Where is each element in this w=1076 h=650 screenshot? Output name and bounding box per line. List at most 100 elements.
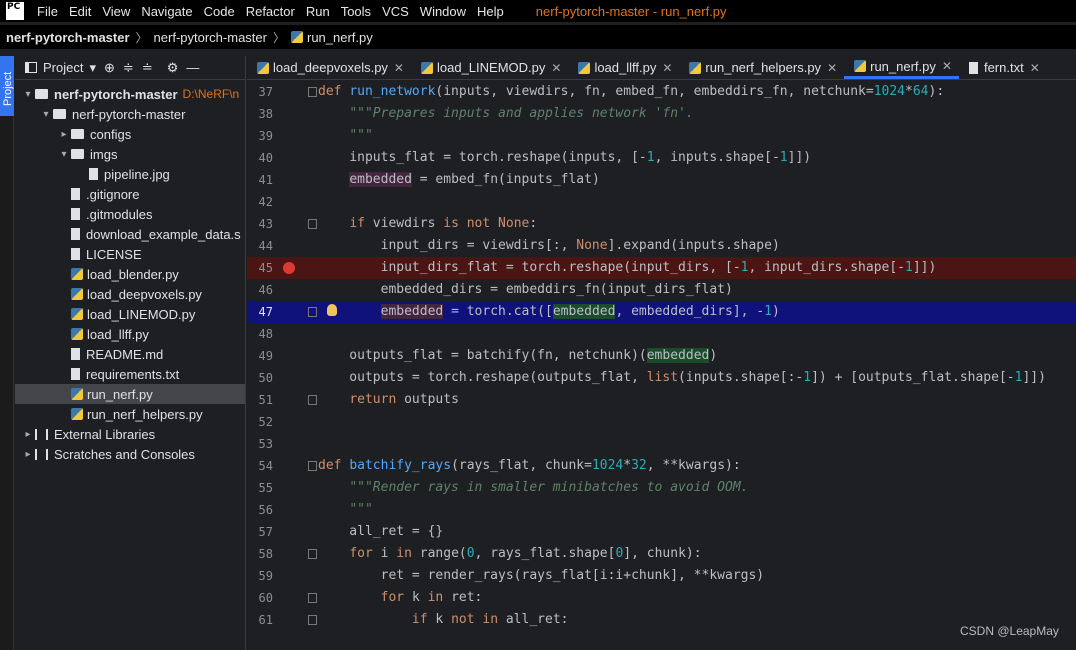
code-text[interactable]: """Render rays in smaller minibatches to…	[318, 477, 748, 499]
chevron-right-icon[interactable]: ▸	[57, 129, 71, 140]
fold-marker-icon[interactable]	[308, 219, 317, 229]
code-text[interactable]: return outputs	[318, 389, 459, 411]
breakpoint-icon[interactable]	[283, 262, 295, 274]
tree-item[interactable]: run_nerf_helpers.py	[15, 404, 245, 424]
chevron-right-icon[interactable]: ▸	[21, 449, 35, 460]
tab-run-nerf-py[interactable]: run_nerf.py ✕	[844, 56, 959, 79]
code-line[interactable]: 54 def batchify_rays(rays_flat, chunk=102…	[247, 455, 1076, 477]
tree-item[interactable]: download_example_data.s	[15, 224, 245, 244]
code-text[interactable]: input_dirs_flat = torch.reshape(input_di…	[318, 257, 937, 279]
code-line[interactable]: 39 """	[247, 125, 1076, 147]
line-number[interactable]: 55	[247, 477, 273, 499]
tree-item[interactable]: ▸ Scratches and Consoles	[15, 444, 245, 464]
menu-edit[interactable]: Edit	[64, 4, 97, 19]
code-text[interactable]: def run_network(inputs, viewdirs, fn, em…	[318, 81, 944, 103]
code-text[interactable]: outputs_flat = batchify(fn, netchunk)(em…	[318, 345, 717, 367]
tree-item[interactable]: README.md	[15, 344, 245, 364]
code-text[interactable]: all_ret = {}	[318, 521, 443, 543]
fold-marker-icon[interactable]	[308, 87, 317, 97]
tree-item[interactable]: ▸ External Libraries	[15, 424, 245, 444]
tab-run-nerf-helpers-py[interactable]: run_nerf_helpers.py ✕	[679, 56, 844, 79]
tree-item[interactable]: load_LINEMOD.py	[15, 304, 245, 324]
line-number[interactable]: 56	[247, 499, 273, 521]
line-number[interactable]: 60	[247, 587, 273, 609]
code-text[interactable]: embedded = embed_fn(inputs_flat)	[318, 169, 600, 191]
collapse-all-icon[interactable]: ≐	[142, 60, 153, 76]
line-number[interactable]: 48	[247, 323, 273, 345]
tree-item[interactable]: run_nerf.py	[15, 384, 245, 404]
fold-marker-icon[interactable]	[308, 307, 317, 317]
line-number[interactable]: 59	[247, 565, 273, 587]
tree-item[interactable]: .gitignore	[15, 184, 245, 204]
code-text[interactable]: for k in ret:	[318, 587, 483, 609]
menu-file[interactable]: File	[32, 4, 64, 19]
chevron-down-icon[interactable]: ▾	[89, 60, 96, 76]
menu-navigate[interactable]: Navigate	[136, 4, 198, 19]
tree-item[interactable]: load_llff.py	[15, 324, 245, 344]
code-editor[interactable]: 37 def run_network(inputs, viewdirs, fn, …	[247, 81, 1076, 650]
line-number[interactable]: 53	[247, 433, 273, 455]
code-text[interactable]: ret = render_rays(rays_flat[i:i+chunk], …	[318, 565, 765, 587]
expand-all-icon[interactable]: ≑	[123, 60, 134, 76]
tree-item[interactable]: ▾ nerf-pytorch-master	[15, 104, 245, 124]
line-number[interactable]: 49	[247, 345, 273, 367]
code-line[interactable]: 41 embedded = embed_fn(inputs_flat)	[247, 169, 1076, 191]
code-text[interactable]: """Prepares inputs and applies network '…	[318, 103, 693, 125]
project-tool-window-button[interactable]: Project	[0, 56, 14, 116]
code-text[interactable]: for i in range(0, rays_flat.shape[0], ch…	[318, 543, 701, 565]
fold-marker-icon[interactable]	[308, 615, 317, 625]
code-line[interactable]: 56 """	[247, 499, 1076, 521]
fold-marker-icon[interactable]	[308, 549, 317, 559]
tree-root[interactable]: ▾ nerf-pytorch-master D:\NeRF\n	[15, 84, 245, 104]
code-line[interactable]: 40 inputs_flat = torch.reshape(inputs, […	[247, 147, 1076, 169]
line-number[interactable]: 58	[247, 543, 273, 565]
code-line[interactable]: 53	[247, 433, 1076, 455]
line-number[interactable]: 41	[247, 169, 273, 191]
code-text[interactable]: """	[318, 125, 372, 147]
line-number[interactable]: 44	[247, 235, 273, 257]
gear-icon[interactable]: ⚙	[167, 60, 179, 76]
code-line[interactable]: 48	[247, 323, 1076, 345]
line-number[interactable]: 45	[247, 257, 273, 279]
code-text[interactable]: embedded = torch.cat([embedded, embedded…	[318, 301, 780, 323]
tree-item[interactable]: pipeline.jpg	[15, 164, 245, 184]
tree-item[interactable]: .gitmodules	[15, 204, 245, 224]
line-number[interactable]: 40	[247, 147, 273, 169]
code-line[interactable]: 37 def run_network(inputs, viewdirs, fn, …	[247, 81, 1076, 103]
fold-marker-icon[interactable]	[308, 395, 317, 405]
code-line[interactable]: 61 if k not in all_ret:	[247, 609, 1076, 631]
line-number[interactable]: 37	[247, 81, 273, 103]
code-line[interactable]: 60 for k in ret:	[247, 587, 1076, 609]
tree-item[interactable]: ▾ imgs	[15, 144, 245, 164]
code-text[interactable]: outputs = torch.reshape(outputs_flat, li…	[318, 367, 1046, 389]
code-text[interactable]: if viewdirs is not None:	[318, 213, 537, 235]
close-icon[interactable]: ✕	[827, 61, 837, 75]
close-icon[interactable]: ✕	[394, 61, 404, 75]
line-number[interactable]: 38	[247, 103, 273, 125]
line-number[interactable]: 57	[247, 521, 273, 543]
line-number[interactable]: 50	[247, 367, 273, 389]
close-icon[interactable]: ✕	[662, 61, 672, 75]
tree-item[interactable]: ▸ configs	[15, 124, 245, 144]
menu-run[interactable]: Run	[301, 4, 336, 19]
code-line[interactable]: 44 input_dirs = viewdirs[:, None].expand…	[247, 235, 1076, 257]
code-line[interactable]: 51 return outputs	[247, 389, 1076, 411]
hide-panel-icon[interactable]: —	[186, 60, 199, 75]
fold-marker-icon[interactable]	[308, 461, 317, 471]
tree-item[interactable]: requirements.txt	[15, 364, 245, 384]
code-line[interactable]: 55 """Render rays in smaller minibatches…	[247, 477, 1076, 499]
tree-item[interactable]: load_blender.py	[15, 264, 245, 284]
tab-load-llff-py[interactable]: load_llff.py ✕	[568, 56, 679, 79]
tab-load-deepvoxels-py[interactable]: load_deepvoxels.py ✕	[247, 56, 411, 79]
code-text[interactable]: embedded_dirs = embeddirs_fn(input_dirs_…	[318, 279, 733, 301]
line-number[interactable]: 52	[247, 411, 273, 433]
menu-help[interactable]: Help	[472, 4, 510, 19]
code-line[interactable]: 59 ret = render_rays(rays_flat[i:i+chunk…	[247, 565, 1076, 587]
line-number[interactable]: 54	[247, 455, 273, 477]
tree-item[interactable]: load_deepvoxels.py	[15, 284, 245, 304]
code-line[interactable]: 42	[247, 191, 1076, 213]
chevron-right-icon[interactable]: ▸	[21, 429, 35, 440]
line-number[interactable]: 51	[247, 389, 273, 411]
code-line[interactable]: 50 outputs = torch.reshape(outputs_flat,…	[247, 367, 1076, 389]
chevron-down-icon[interactable]: ▾	[57, 149, 71, 160]
